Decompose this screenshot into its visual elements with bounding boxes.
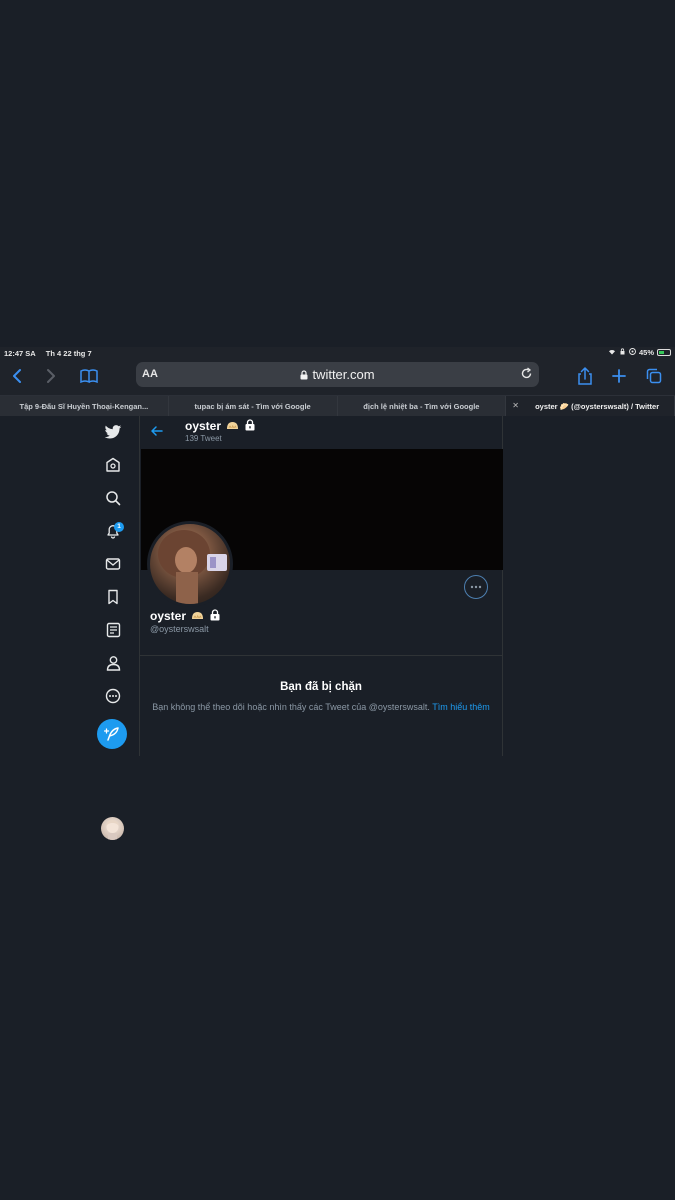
tab-label: Tập 9-Đấu Sĩ Huyền Thoại-Kengan... xyxy=(19,401,149,411)
profile-header: oyster 139 Tweet xyxy=(140,416,502,449)
twitter-bird-icon xyxy=(104,424,122,438)
wifi-icon xyxy=(608,348,616,357)
tab-bar: Tập 9-Đấu Sĩ Huyền Thoại-Kengan... tupac… xyxy=(0,395,675,416)
browser-toolbar: AA twitter.com xyxy=(0,359,675,395)
compose-tweet-button[interactable] xyxy=(97,719,127,749)
status-bar: 12:47 SA Th 4 22 thg 7 45% xyxy=(0,347,675,359)
close-tab-icon[interactable]: ✕ xyxy=(512,402,520,410)
tab-tupac[interactable]: tupac bị ám sát - Tìm với Google xyxy=(168,396,338,416)
tab-oyster-twitter[interactable]: ✕ oyster 🥟 (@oysterswsalt) / Twitter xyxy=(506,396,675,416)
nav-bookmarks[interactable] xyxy=(102,586,124,608)
avatar-photo xyxy=(158,530,227,604)
profile-handle: @oysterswsalt xyxy=(150,624,209,634)
nav-home[interactable] xyxy=(102,454,124,476)
chevron-left-icon xyxy=(13,369,21,383)
blocked-message: Bạn không thể theo dõi hoặc nhìn thấy cá… xyxy=(152,702,430,712)
tab-label: địch lệ nhiệt ba - Tìm với Google xyxy=(363,401,480,411)
profile-column: oyster 139 Tweet oyster @oysterswsalt Bạ… xyxy=(139,416,503,756)
tweet-count: 139 Tweet xyxy=(185,434,222,443)
tabs-overview-button[interactable] xyxy=(643,365,665,387)
forward-button[interactable] xyxy=(40,365,62,387)
nav-notifications[interactable]: 1 xyxy=(102,520,124,542)
share-button[interactable] xyxy=(574,365,596,387)
location-icon xyxy=(629,348,636,357)
profile-name-row: oyster xyxy=(150,609,220,624)
tab-kengan[interactable]: Tập 9-Đấu Sĩ Huyền Thoại-Kengan... xyxy=(0,396,169,416)
share-icon xyxy=(578,367,592,385)
account-avatar[interactable] xyxy=(101,817,124,840)
header-display-name: oyster xyxy=(185,419,222,433)
battery-percent: 45% xyxy=(638,348,654,357)
mail-icon xyxy=(105,558,121,570)
nav-profile[interactable] xyxy=(102,652,124,674)
new-tab-button[interactable] xyxy=(608,365,630,387)
orientation-lock-icon xyxy=(619,348,626,357)
tab-label: oyster 🥟 (@oysterswsalt) / Twitter xyxy=(535,401,660,411)
profile-display-name: oyster xyxy=(150,609,187,623)
twitter-page: 1 oyster 139 Tweet oyster @oysterswsalt … xyxy=(0,416,675,1200)
dumpling-emoji-icon xyxy=(226,420,239,430)
battery-icon xyxy=(657,349,671,356)
address-bar[interactable]: AA twitter.com xyxy=(136,362,539,387)
book-icon xyxy=(80,369,98,383)
bookmarks-button[interactable] xyxy=(78,365,100,387)
more-horizontal-icon xyxy=(470,585,482,589)
header-name-row: oyster xyxy=(185,419,255,434)
more-circle-icon xyxy=(105,688,121,704)
blocked-message-block: Bạn không thể theo dõi hoặc nhìn thấy cá… xyxy=(150,701,492,713)
twitter-logo-button[interactable] xyxy=(102,421,124,443)
status-date: Th 4 22 thg 7 xyxy=(45,349,92,358)
more-options-button[interactable] xyxy=(464,575,488,599)
search-icon xyxy=(106,491,121,506)
nav-lists[interactable] xyxy=(102,619,124,641)
plus-icon xyxy=(612,369,626,383)
notification-badge: 1 xyxy=(114,522,124,532)
nav-messages[interactable] xyxy=(102,553,124,575)
list-icon xyxy=(106,622,120,638)
user-icon xyxy=(106,656,120,671)
screen: 12:47 SA Th 4 22 thg 7 45% AA twitter.co… xyxy=(0,0,675,1200)
status-time: 12:47 SA xyxy=(4,349,36,358)
chevron-right-icon xyxy=(47,369,55,383)
lock-icon xyxy=(300,368,308,383)
tabs-icon xyxy=(646,368,662,384)
profile-avatar[interactable] xyxy=(147,521,233,607)
arrow-left-icon xyxy=(151,426,163,436)
learn-more-link[interactable]: Tìm hiểu thêm xyxy=(432,702,490,712)
avatar-illustration xyxy=(106,820,119,840)
feather-plus-icon xyxy=(104,727,119,741)
tab-dich-le-nhiet-ba[interactable]: địch lệ nhiệt ba - Tìm với Google xyxy=(337,396,507,416)
bookmark-icon xyxy=(108,589,118,605)
back-arrow-button[interactable] xyxy=(150,424,164,443)
divider xyxy=(140,655,502,656)
protected-lock-icon xyxy=(245,419,255,434)
nav-more[interactable] xyxy=(102,685,124,707)
url-text: twitter.com xyxy=(312,367,375,382)
blocked-title: Bạn đã bị chặn xyxy=(280,681,362,693)
reload-icon xyxy=(521,367,532,379)
home-icon xyxy=(106,457,120,472)
reload-button[interactable] xyxy=(520,367,533,385)
protected-lock-icon xyxy=(210,609,220,624)
nav-explore[interactable] xyxy=(102,487,124,509)
tab-label: tupac bị ám sát - Tìm với Google xyxy=(194,401,311,411)
dumpling-emoji-icon xyxy=(191,610,204,620)
back-button[interactable] xyxy=(6,365,28,387)
